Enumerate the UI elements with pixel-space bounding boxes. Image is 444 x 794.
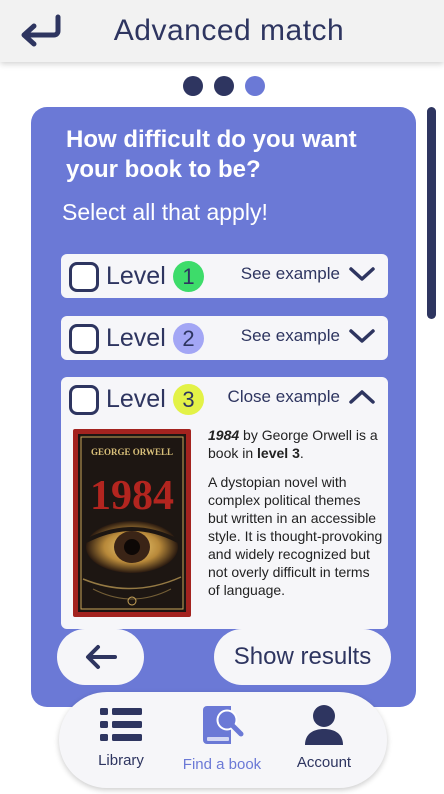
book-summary-line: 1984 by George Orwell is a book in level… — [208, 426, 383, 462]
level-label: Level — [106, 262, 166, 290]
example-toggle-label: See example — [240, 264, 340, 283]
level-2-checkbox[interactable] — [69, 324, 99, 354]
question-subtitle: Select all that apply! — [62, 199, 268, 225]
chevron-down-icon — [349, 329, 375, 343]
bottom-navigation: Library Find a book Account — [59, 692, 387, 788]
list-icon — [100, 708, 142, 741]
step-dot-3 — [245, 76, 265, 96]
step-dot-2 — [214, 76, 234, 96]
show-results-button[interactable]: Show results — [214, 629, 391, 685]
nav-library[interactable]: Library — [71, 704, 171, 769]
level-label: Level — [106, 324, 166, 352]
back-button[interactable] — [57, 629, 144, 685]
level-badge-1: 1 — [173, 261, 204, 292]
difficulty-card: How difficult do you want your book to b… — [31, 107, 416, 707]
step-progress — [183, 76, 265, 96]
header: Advanced match — [0, 0, 444, 62]
book-cover-image: GEORGE ORWELL 1984 — [73, 429, 191, 617]
level-option-1[interactable]: Level 1 See example — [61, 254, 388, 298]
cover-title: 1984 — [90, 473, 174, 519]
arrow-left-icon — [85, 645, 117, 669]
close-example-toggle-3[interactable]: Close example — [228, 387, 376, 407]
user-icon — [305, 705, 343, 745]
chevron-up-icon — [349, 390, 375, 404]
cover-author: GEORGE ORWELL — [91, 447, 173, 457]
book-level: level 3 — [257, 445, 300, 461]
level-label: Level — [106, 385, 166, 413]
book-title: 1984 — [208, 427, 240, 443]
see-example-toggle-2[interactable]: See example — [241, 326, 376, 346]
nav-find-a-book[interactable]: Find a book — [172, 704, 272, 773]
example-toggle-label: See example — [240, 326, 340, 345]
question-title: How difficult do you want your book to b… — [66, 126, 357, 183]
nav-account[interactable]: Account — [274, 704, 374, 771]
level-option-3[interactable]: Level 3 Close example GEORGE ORWELL 1984… — [61, 377, 388, 629]
book-description: 1984 by George Orwell is a book in level… — [208, 426, 383, 599]
level-badge-3: 3 — [173, 384, 204, 415]
level-option-2[interactable]: Level 2 See example — [61, 316, 388, 360]
scrollbar[interactable] — [427, 107, 436, 319]
level-1-checkbox[interactable] — [69, 262, 99, 292]
page-title: Advanced match — [113, 14, 345, 47]
chevron-down-icon — [349, 267, 375, 281]
level-3-checkbox[interactable] — [69, 385, 99, 415]
step-dot-1 — [183, 76, 203, 96]
nav-find-a-book-label: Find a book — [182, 756, 262, 773]
book-search-icon — [203, 706, 244, 744]
book-description-text: A dystopian novel with complex political… — [208, 474, 383, 598]
level-badge-2: 2 — [173, 323, 204, 354]
nav-account-label: Account — [296, 754, 352, 771]
period: . — [299, 445, 304, 461]
see-example-toggle-1[interactable]: See example — [241, 264, 376, 284]
nav-library-label: Library — [98, 752, 144, 769]
example-toggle-label: Close example — [227, 387, 340, 406]
